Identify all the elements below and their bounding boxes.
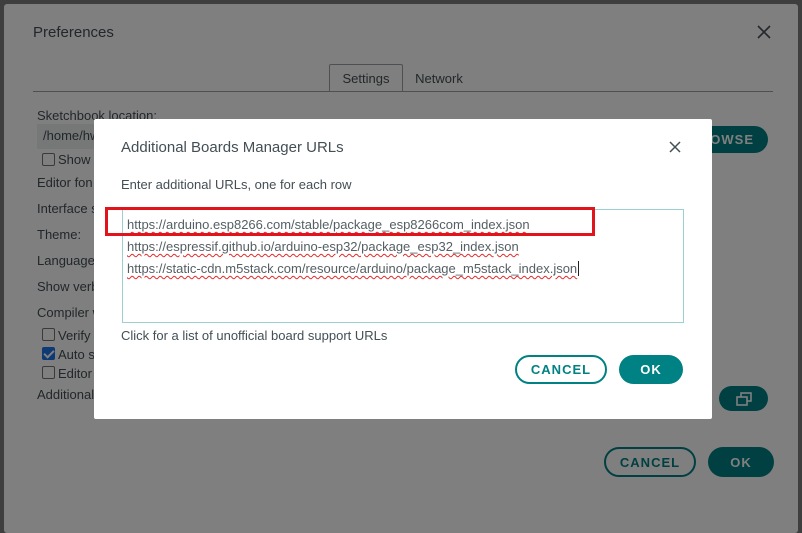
dialog-cancel-button[interactable]: CANCEL — [515, 355, 607, 384]
dialog-title: Additional Boards Manager URLs — [121, 139, 344, 156]
dialog-instruction: Enter additional URLs, one for each row — [121, 177, 352, 192]
close-icon[interactable] — [667, 139, 683, 155]
dialog-ok-button[interactable]: OK — [619, 355, 683, 384]
url-row: https://espressif.github.io/arduino-esp3… — [127, 236, 679, 258]
text-caret — [578, 261, 580, 276]
unofficial-urls-link[interactable]: Click for a list of unofficial board sup… — [121, 328, 387, 343]
url-text: https://espressif.github.io/arduino-esp3… — [127, 239, 519, 254]
url-text: https://static-cdn.m5stack.com/resource/… — [127, 261, 578, 276]
url-row: https://static-cdn.m5stack.com/resource/… — [127, 258, 679, 280]
highlight-box — [105, 207, 595, 236]
boards-urls-dialog: Additional Boards Manager URLs Enter add… — [94, 119, 712, 419]
